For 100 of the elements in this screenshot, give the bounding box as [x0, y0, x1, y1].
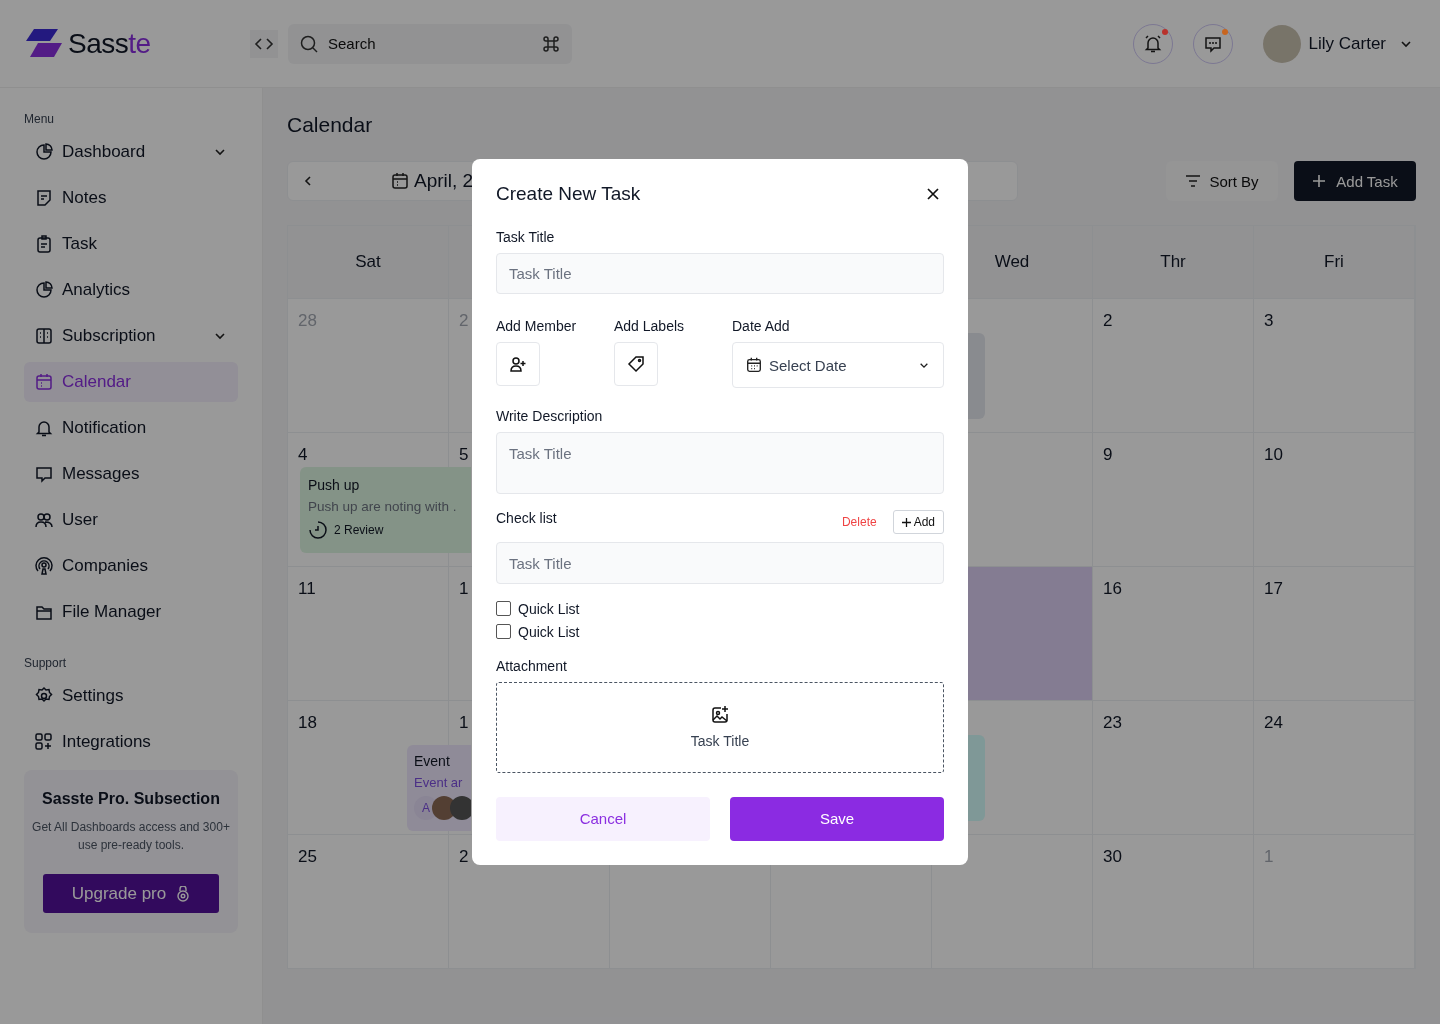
- logo-icon: [24, 28, 64, 59]
- sidebar-item[interactable]: Calendar: [24, 362, 238, 402]
- sidebar-item[interactable]: Analytics: [24, 270, 238, 310]
- sidebar-item[interactable]: Subscription: [24, 316, 238, 356]
- day-number: 1: [459, 579, 469, 598]
- avatar: [450, 796, 471, 820]
- checkbox[interactable]: [496, 624, 511, 640]
- day-number: 1: [459, 713, 469, 732]
- field-label: Write Description: [496, 408, 603, 425]
- field-label: Date Add: [732, 318, 790, 335]
- tag-icon: [627, 355, 645, 374]
- chevron-down-icon[interactable]: [214, 148, 226, 156]
- calendar-icon: [34, 372, 54, 392]
- sidebar-item[interactable]: Dashboard: [24, 132, 238, 172]
- calendar-icon: [745, 356, 763, 375]
- day-number: 16: [1103, 579, 1122, 598]
- sidebar-item[interactable]: Integrations: [24, 722, 238, 762]
- event-card[interactable]: Push up Push up are noting with . 2 Review: [300, 467, 471, 553]
- add-member-button[interactable]: [496, 342, 540, 387]
- promo-text: Get All Dashboards access and 300+ use pre-ready tools.: [32, 819, 230, 854]
- messages-icon: [34, 464, 54, 484]
- attachment-dropzone[interactable]: Task Title: [496, 681, 944, 773]
- upgrade-button[interactable]: Upgrade pro: [43, 874, 219, 913]
- save-button[interactable]: Save: [730, 797, 944, 841]
- sidebar-item[interactable]: File Manager: [24, 592, 238, 632]
- day-number: 10: [1264, 445, 1283, 464]
- dialog-title: Create New Task: [496, 183, 641, 205]
- chevron-down-icon[interactable]: [1400, 39, 1412, 48]
- sidebar-item[interactable]: Companies: [24, 546, 238, 586]
- review-count: 2 Review: [334, 523, 384, 537]
- event-description: Push up are noting with .: [308, 499, 458, 514]
- search-field[interactable]: Search: [288, 23, 572, 64]
- day-number: 24: [1264, 713, 1283, 732]
- chevron-left-icon[interactable]: [304, 175, 312, 187]
- day-number: 25: [298, 847, 317, 866]
- checkbox[interactable]: [496, 601, 511, 617]
- search-input[interactable]: Search: [326, 34, 534, 53]
- sidebar-item[interactable]: Task: [24, 224, 238, 264]
- task-title-input[interactable]: Task Title: [496, 253, 944, 295]
- calendar-icon: [390, 171, 410, 191]
- day-number: 5: [459, 445, 469, 464]
- filter-icon: [1185, 175, 1202, 187]
- notes-icon: [34, 188, 54, 208]
- month-label: April, 2: [414, 170, 474, 192]
- collapse-sidebar-button[interactable]: [250, 29, 278, 58]
- field-label: Add Member: [496, 318, 577, 335]
- event-title: Event: [414, 753, 451, 769]
- dashboard-icon: [34, 142, 54, 162]
- brand-name: Sasste: [68, 27, 151, 60]
- checkbox-label: Quick List: [518, 600, 580, 617]
- weekday-label: Wed: [994, 252, 1030, 272]
- event-card[interactable]: Event Event ar A: [407, 745, 471, 831]
- code-brackets-icon: [254, 36, 274, 51]
- day-number: 30: [1103, 847, 1122, 866]
- integrations-icon: [34, 732, 54, 752]
- field-label: Add Labels: [614, 318, 685, 335]
- day-number: 23: [1103, 713, 1122, 732]
- user-icon: [34, 510, 54, 530]
- chevron-down-icon: [919, 361, 929, 369]
- checkbox-label: Quick List: [518, 623, 580, 640]
- weekday-label: Thr: [1160, 252, 1186, 272]
- add-label-button[interactable]: [614, 342, 658, 387]
- add-image-icon: [710, 705, 730, 726]
- section-label: Support: [24, 656, 68, 670]
- day-number: 4: [298, 445, 308, 464]
- add-user-icon: [509, 355, 527, 374]
- description-input[interactable]: Task Title: [496, 432, 944, 495]
- cancel-button[interactable]: Cancel: [496, 797, 710, 841]
- add-task-button[interactable]: Add Task: [1294, 161, 1416, 201]
- sidebar-item[interactable]: Settings: [24, 676, 238, 716]
- sidebar-item[interactable]: Messages: [24, 454, 238, 494]
- day-number: 2: [459, 847, 469, 866]
- sidebar-item[interactable]: User: [24, 500, 238, 540]
- sidebar-item[interactable]: Notes: [24, 178, 238, 218]
- plus-icon: [901, 517, 911, 527]
- subscription-icon: [34, 326, 54, 346]
- analytics-icon: [34, 280, 54, 300]
- sidebar-item[interactable]: Notification: [24, 408, 238, 448]
- day-number: 18: [298, 713, 317, 732]
- close-icon[interactable]: [926, 187, 940, 201]
- user-name[interactable]: Lily Carter: [1308, 33, 1386, 54]
- checklist-input[interactable]: Task Title: [496, 542, 944, 584]
- day-number: 17: [1264, 579, 1283, 598]
- day-number: 2: [1103, 311, 1113, 330]
- companies-icon: [34, 556, 54, 576]
- page-title: Calendar: [287, 113, 374, 137]
- section-label: Menu: [24, 112, 56, 126]
- kettlebell-icon: [176, 885, 191, 902]
- promo-title: Sasste Pro. Subsection: [42, 790, 220, 808]
- field-label: Task Title: [496, 229, 555, 245]
- weekday-label: Fri: [1324, 252, 1344, 272]
- date-select[interactable]: Select Date: [732, 342, 944, 389]
- day-number: 11: [298, 579, 316, 598]
- delete-link[interactable]: Delete: [841, 515, 877, 530]
- day-number: 9: [1103, 445, 1113, 464]
- chevron-down-icon[interactable]: [214, 332, 226, 340]
- timer-icon: [308, 520, 328, 540]
- field-label: Attachment: [496, 657, 567, 674]
- add-checklist-button[interactable]: Add: [892, 510, 944, 535]
- event-title: Push up: [308, 477, 361, 493]
